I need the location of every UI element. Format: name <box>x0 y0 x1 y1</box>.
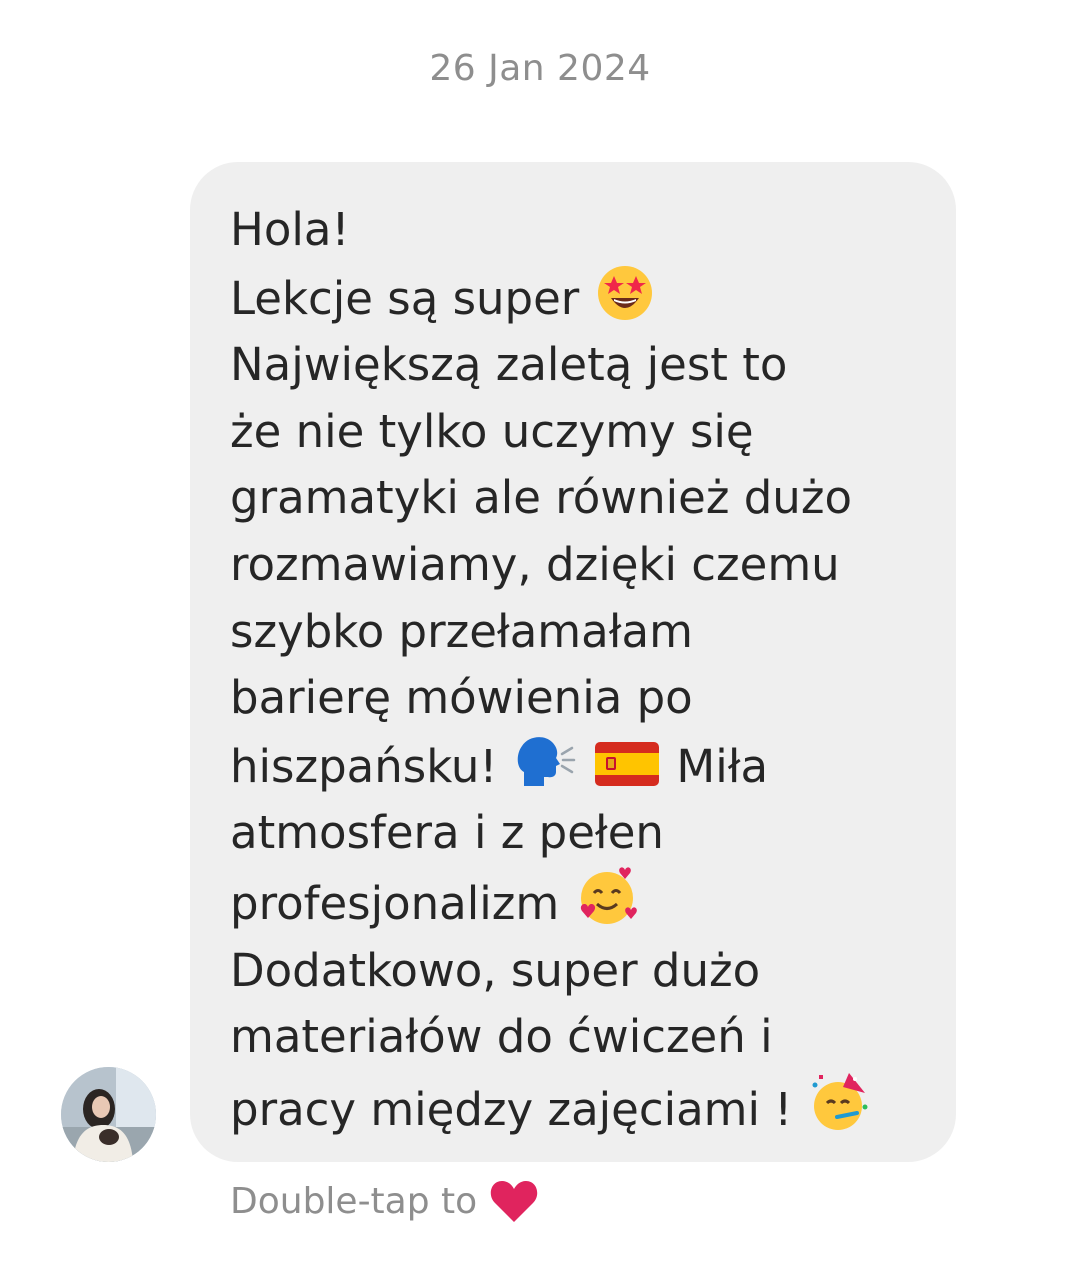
message-line: materiałów do ćwiczeń i <box>230 1010 773 1064</box>
star-struck-emoji-icon <box>596 264 654 322</box>
red-heart-icon <box>489 1178 539 1224</box>
avatar[interactable] <box>61 1067 156 1162</box>
message-line: szybko przełamałam <box>230 604 693 658</box>
reaction-hint-label: Double-tap to <box>230 1180 478 1222</box>
message-row: Hola! Lekcje są super Największą zaletą … <box>0 162 1080 1162</box>
avatar-photo-icon <box>61 1067 156 1162</box>
message-line: gramatyki ale również dużo <box>230 471 852 525</box>
message-line: Lekcje są super <box>230 264 926 333</box>
message-line: pracy między zajęciami ! <box>230 1071 926 1144</box>
smiling-face-with-hearts-emoji-icon <box>576 867 638 927</box>
message-line: że nie tylko uczymy się <box>230 404 754 458</box>
speaking-head-emoji-icon <box>514 732 576 790</box>
message-bubble[interactable]: Hola! Lekcje są super Największą zaletą … <box>190 162 956 1162</box>
date-header: 26 Jan 2024 <box>429 48 651 89</box>
spain-flag-emoji-icon <box>594 738 660 790</box>
partying-face-emoji-icon <box>809 1071 871 1133</box>
message-line: profesjonalizm <box>230 867 926 938</box>
message-line: hiszpańsku! Miła <box>230 732 926 801</box>
message-line: Dodatkowo, super dużo <box>230 943 761 997</box>
message-line: atmosfera i z pełen <box>230 806 664 860</box>
message-line: rozmawiamy, dzięki czemu <box>230 537 840 591</box>
message-line: barierę mówienia po <box>230 671 693 725</box>
reaction-hint[interactable]: Double-tap to <box>230 1178 539 1224</box>
message-line: Hola! <box>230 203 350 256</box>
message-line: Największą zaletą jest to <box>230 338 788 392</box>
